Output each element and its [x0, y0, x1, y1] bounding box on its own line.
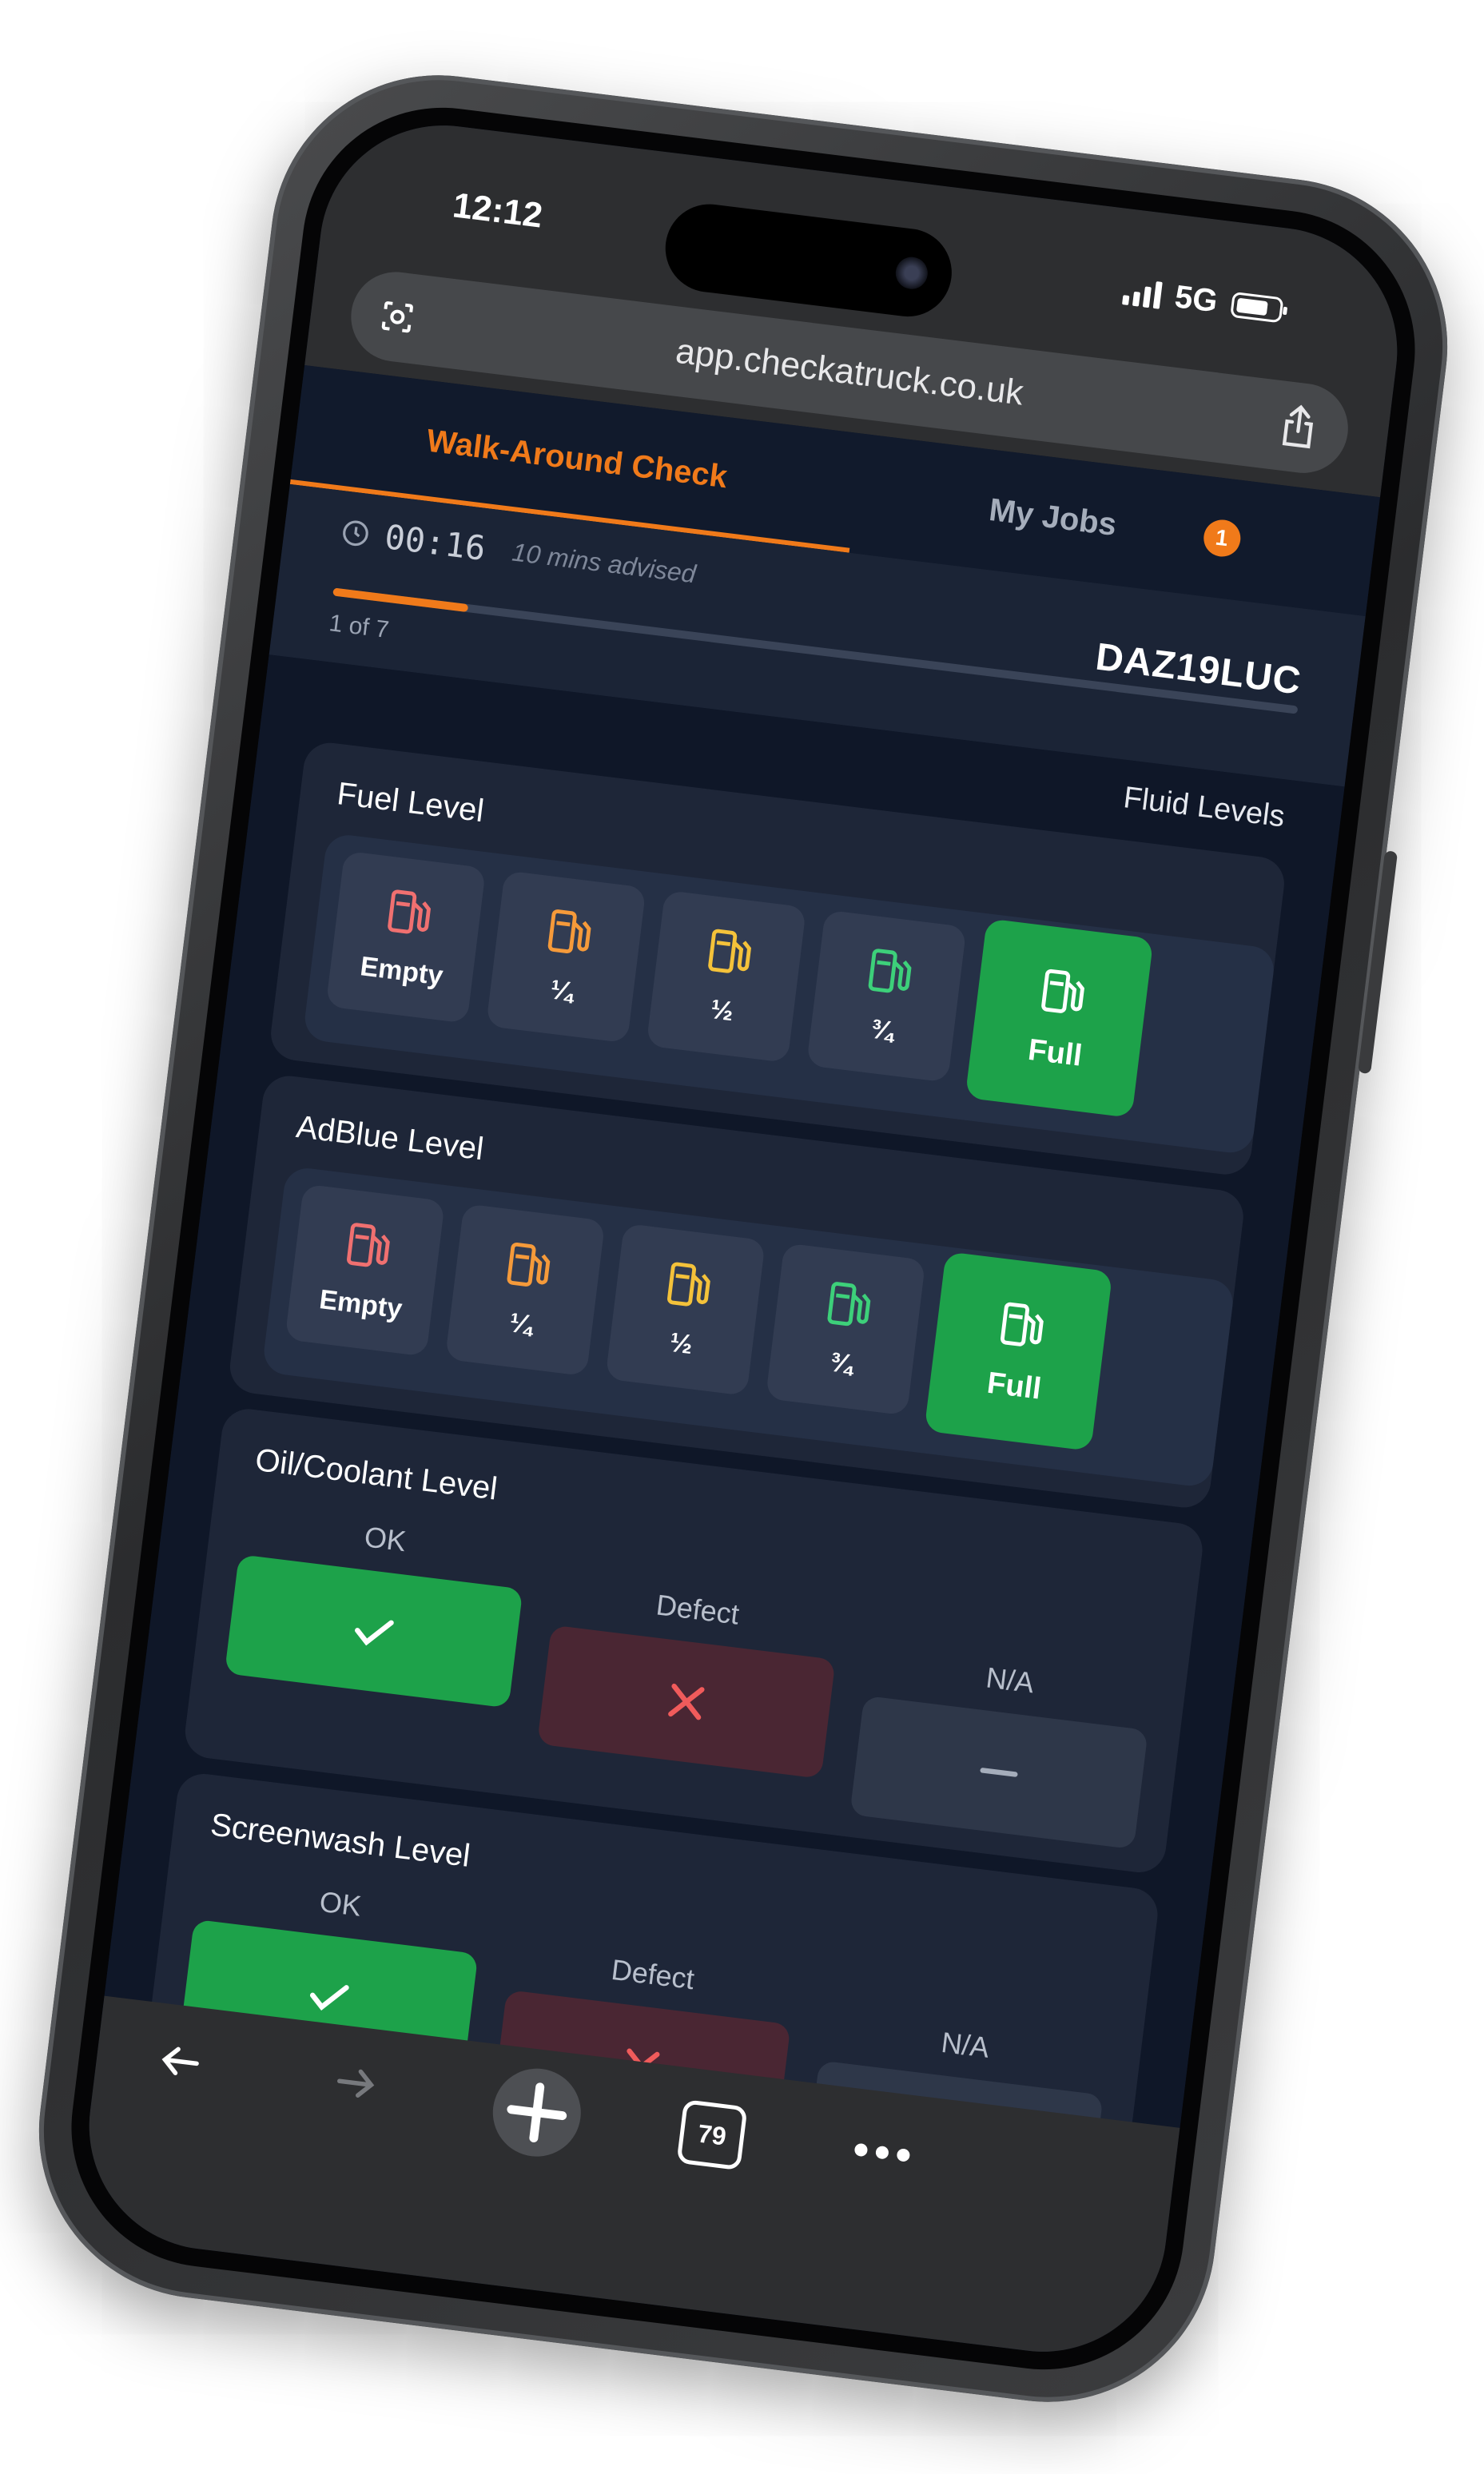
fuel-option-full[interactable]: Full	[965, 918, 1154, 1119]
plus-icon	[487, 2063, 587, 2162]
phone-mockup: 12:12 5G app.checkatruck.co.uk Walk-Arou…	[19, 56, 1467, 2421]
fuel-option-empty[interactable]: Empty	[325, 850, 487, 1024]
fuel-pump-icon	[995, 1296, 1048, 1361]
oil-coolant-title: Oil/Coolant Level	[253, 1442, 499, 1507]
fuel-level-title: Fuel Level	[335, 776, 486, 829]
adblue-option-empty[interactable]: Empty	[284, 1183, 445, 1357]
oil-option-ok[interactable]: OK	[224, 1505, 530, 1708]
screenwash-title: Screenwash Level	[208, 1807, 472, 1874]
phone-frame: 12:12 5G app.checkatruck.co.uk Walk-Arou…	[19, 56, 1467, 2421]
oil-ok-button[interactable]	[224, 1554, 523, 1708]
adblue-level-title: AdBlue Level	[294, 1108, 486, 1167]
battery-icon	[1230, 291, 1284, 323]
signal-icon	[1121, 277, 1163, 309]
fuel-pump-icon	[542, 904, 595, 968]
oil-na-button[interactable]	[849, 1695, 1148, 1850]
url-text[interactable]: app.checkatruck.co.uk	[674, 332, 1026, 414]
check-icon	[355, 1620, 394, 1646]
oil-defect-button[interactable]	[536, 1625, 836, 1779]
fuel-pump-icon	[341, 1218, 394, 1282]
step-counter: 1 of 7	[328, 610, 391, 644]
phone-bezel: 12:12 5G app.checkatruck.co.uk Walk-Arou…	[55, 91, 1431, 2386]
camera-icon	[893, 255, 930, 291]
adblue-option-full-label: Full	[985, 1366, 1044, 1406]
fuel-option-quarter-label: ¼	[548, 974, 575, 1008]
adblue-option-half-label: ½	[667, 1326, 694, 1361]
fuel-option-full-label: Full	[1026, 1032, 1084, 1073]
adblue-option-quarter[interactable]: ¼	[444, 1203, 606, 1377]
phone-screen: 12:12 5G app.checkatruck.co.uk Walk-Arou…	[74, 111, 1412, 2366]
adblue-option-full[interactable]: Full	[924, 1251, 1113, 1451]
adblue-option-half[interactable]: ½	[605, 1223, 766, 1396]
timer-advised: 10 mins advised	[510, 537, 698, 589]
adblue-option-quarter-label: ¼	[507, 1307, 535, 1341]
fuel-pump-icon	[702, 924, 755, 988]
fuel-option-three-quarter[interactable]: ¾	[806, 909, 967, 1083]
adblue-option-three-quarter[interactable]: ¾	[765, 1243, 926, 1416]
lens-icon[interactable]	[376, 296, 419, 338]
tabs-icon[interactable]: 79	[676, 2099, 748, 2171]
fuel-option-three-quarter-label: ¾	[869, 1013, 896, 1047]
fuel-option-half-label: ½	[709, 994, 735, 1028]
dynamic-island	[660, 199, 957, 322]
fuel-pump-icon	[862, 944, 915, 1008]
share-icon[interactable]	[1275, 401, 1323, 452]
clock-icon	[339, 516, 372, 550]
forward-arrow-icon[interactable]	[324, 2056, 386, 2110]
tab-walkaround-label: Walk-Around Check	[424, 422, 730, 495]
progress-bar-fill	[332, 587, 469, 613]
fuel-pump-icon	[662, 1257, 714, 1321]
oil-option-defect[interactable]: Defect	[536, 1576, 842, 1779]
status-indicators: 5G	[1121, 272, 1284, 328]
jobs-count-badge: 1	[1201, 517, 1243, 559]
new-tab-button[interactable]	[487, 2063, 587, 2162]
fuel-pump-icon	[501, 1237, 554, 1301]
adblue-option-three-quarter-label: ¾	[828, 1346, 855, 1380]
adblue-option-empty-label: Empty	[317, 1284, 404, 1325]
network-label: 5G	[1172, 279, 1219, 320]
tabs-count: 79	[676, 2099, 748, 2171]
fuel-option-empty-label: Empty	[358, 951, 445, 992]
fuel-pump-icon	[382, 885, 435, 949]
more-icon[interactable]	[849, 2133, 916, 2172]
cross-icon	[668, 1683, 705, 1720]
fuel-pump-icon	[822, 1276, 874, 1340]
oil-option-na[interactable]: N/A	[849, 1646, 1155, 1850]
fuel-option-quarter[interactable]: ¼	[486, 870, 647, 1044]
timer-value: 00:16	[382, 517, 488, 569]
check-icon	[310, 1985, 349, 2011]
dash-icon	[980, 1768, 1018, 1777]
fuel-option-half[interactable]: ½	[646, 889, 807, 1064]
section-title: Fluid Levels	[1121, 781, 1287, 834]
fuel-pump-icon	[1036, 964, 1089, 1028]
check-content[interactable]: Fluid Levels Fuel Level Empty ¼ ½ ¾ Full…	[104, 654, 1345, 2241]
side-button	[1358, 850, 1398, 1075]
back-arrow-icon[interactable]	[150, 2034, 212, 2089]
tab-my-jobs-label: My Jobs	[987, 491, 1119, 543]
status-time: 12:12	[450, 185, 545, 236]
